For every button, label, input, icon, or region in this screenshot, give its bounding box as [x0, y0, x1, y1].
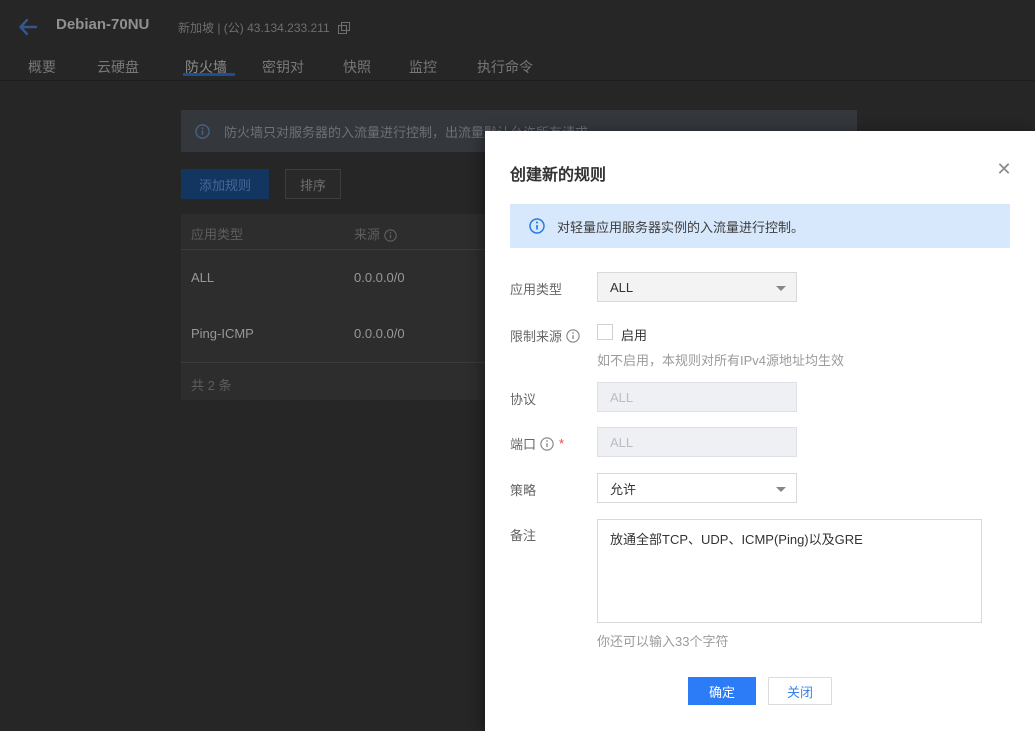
copy-icon[interactable] [337, 22, 350, 37]
app-type-select[interactable]: ALL [597, 272, 797, 302]
total-count: 共 2 条 [191, 378, 232, 393]
tab-bar: 概要 云硬盘 防火墙 密钥对 快照 监控 执行命令 [0, 54, 1035, 81]
col-app-type: 应用类型 [191, 227, 244, 242]
port-label: 端口 * [510, 436, 565, 452]
sort-button[interactable]: 排序 [285, 169, 341, 199]
confirm-button[interactable]: 确定 [688, 677, 756, 705]
modal-title: 创建新的规则 [510, 167, 607, 184]
info-icon[interactable] [540, 436, 554, 451]
enable-checkbox[interactable] [597, 324, 613, 340]
instance-subtitle: 新加坡 | (公) 43.134.233.211 [178, 19, 350, 37]
info-icon [195, 123, 210, 139]
close-button[interactable]: 关闭 [768, 677, 832, 705]
modal-footer: 确定 关闭 [485, 677, 1035, 705]
tab-monitoring[interactable]: 监控 [409, 57, 437, 77]
tab-cloud-disk[interactable]: 云硬盘 [97, 57, 139, 77]
tab-snapshot[interactable]: 快照 [343, 57, 371, 77]
required-asterisk: * [559, 436, 565, 451]
modal-info-text: 对轻量应用服务器实例的入流量进行控制。 [557, 219, 805, 235]
region-ip-text: 新加坡 | (公) 43.134.233.211 [178, 21, 330, 35]
info-icon[interactable] [566, 328, 580, 343]
modal-info-banner: 对轻量应用服务器实例的入流量进行控制。 [510, 204, 1010, 248]
info-icon [529, 218, 545, 234]
limit-source-note: 如不启用，本规则对所有IPv4源地址均生效 [597, 353, 845, 368]
instance-title: Debian-70NU [56, 16, 150, 33]
protocol-input-disabled: ALL [597, 382, 797, 412]
chevron-down-icon [776, 487, 786, 492]
tab-overview[interactable]: 概要 [28, 57, 56, 77]
create-rule-modal: 创建新的规则 ✕ 对轻量应用服务器实例的入流量进行控制。 应用类型 ALL 限制… [485, 131, 1035, 731]
remark-label: 备注 [510, 528, 537, 543]
back-arrow-icon[interactable] [16, 15, 40, 39]
page: Debian-70NU 新加坡 | (公) 43.134.233.211 概要 … [0, 0, 1035, 731]
tab-key-pair[interactable]: 密钥对 [262, 57, 304, 77]
remaining-chars-hint: 你还可以输入33个字符 [597, 634, 729, 649]
active-tab-underline [183, 73, 235, 76]
app-type-label: 应用类型 [510, 282, 563, 297]
tab-run-command[interactable]: 执行命令 [477, 57, 533, 77]
protocol-label: 协议 [510, 392, 537, 407]
col-source: 来源 [354, 224, 397, 245]
add-rule-button[interactable]: 添加规则 [181, 169, 269, 199]
enable-checkbox-label[interactable]: 启用 [621, 325, 647, 344]
port-input-disabled: ALL [597, 427, 797, 457]
policy-label: 策略 [510, 483, 537, 498]
remark-textarea[interactable]: 放通全部TCP、UDP、ICMP(Ping)以及GRE [597, 519, 982, 623]
info-icon[interactable] [384, 229, 397, 245]
limit-source-label: 限制来源 [510, 326, 580, 345]
policy-select[interactable]: 允许 [597, 473, 797, 503]
chevron-down-icon [776, 286, 786, 291]
close-icon[interactable]: ✕ [993, 158, 1015, 180]
